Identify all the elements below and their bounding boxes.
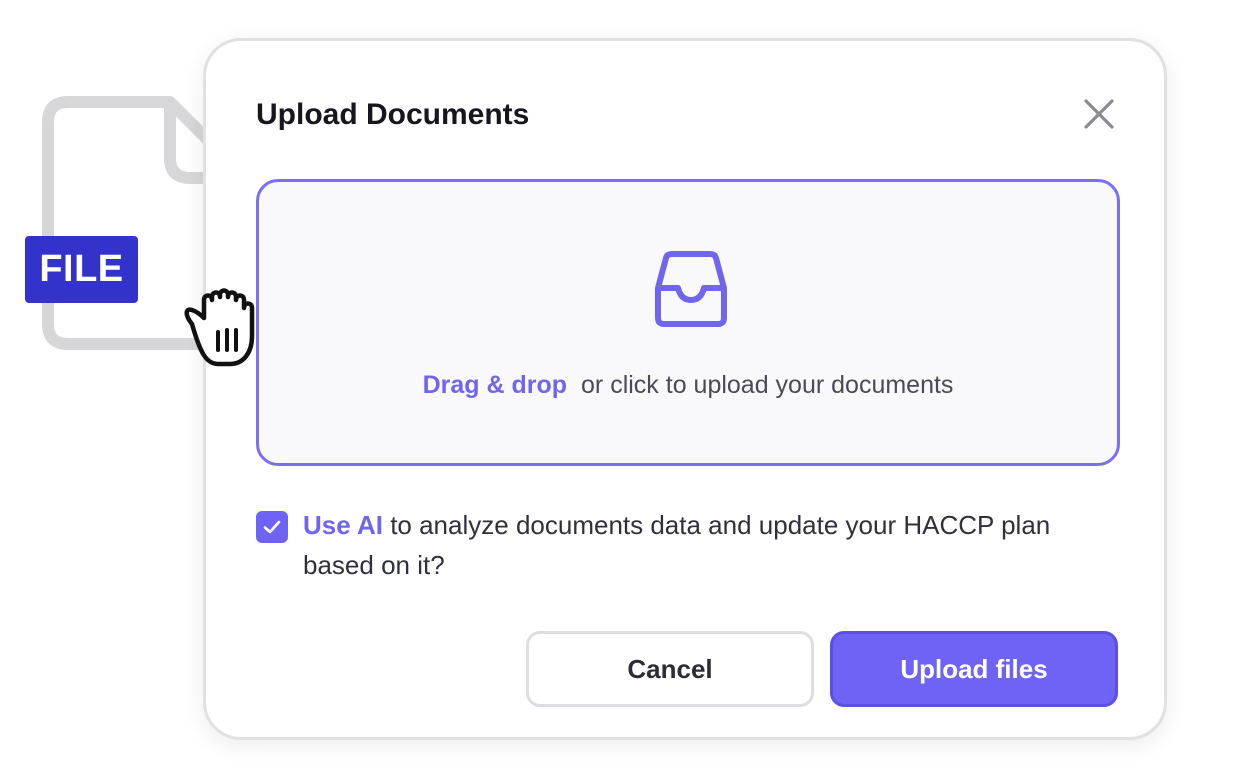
upload-dialog: Upload Documents Drag & drop or click to … (203, 38, 1167, 740)
dialog-title: Upload Documents (256, 98, 530, 131)
cancel-button[interactable]: Cancel (526, 631, 814, 707)
close-button[interactable] (1076, 91, 1122, 137)
close-icon (1084, 99, 1114, 129)
dropzone[interactable]: Drag & drop or click to upload your docum… (256, 179, 1120, 466)
upload-files-button[interactable]: Upload files (830, 631, 1118, 707)
drag-drop-link[interactable]: Drag & drop (423, 371, 567, 399)
grab-hand-icon (184, 288, 255, 367)
dropzone-text: Drag & drop or click to upload your docum… (259, 368, 1117, 402)
use-ai-description: to analyze documents data and update you… (303, 510, 1051, 580)
inbox-icon (655, 251, 727, 327)
file-badge: FILE (25, 236, 138, 303)
use-ai-label[interactable]: Use AI to analyze documents data and upd… (303, 505, 1063, 585)
dropzone-hint: or click to upload your documents (581, 371, 954, 399)
use-ai-highlight: Use AI (303, 510, 383, 540)
use-ai-checkbox[interactable] (256, 511, 288, 543)
checkmark-icon (263, 520, 281, 534)
